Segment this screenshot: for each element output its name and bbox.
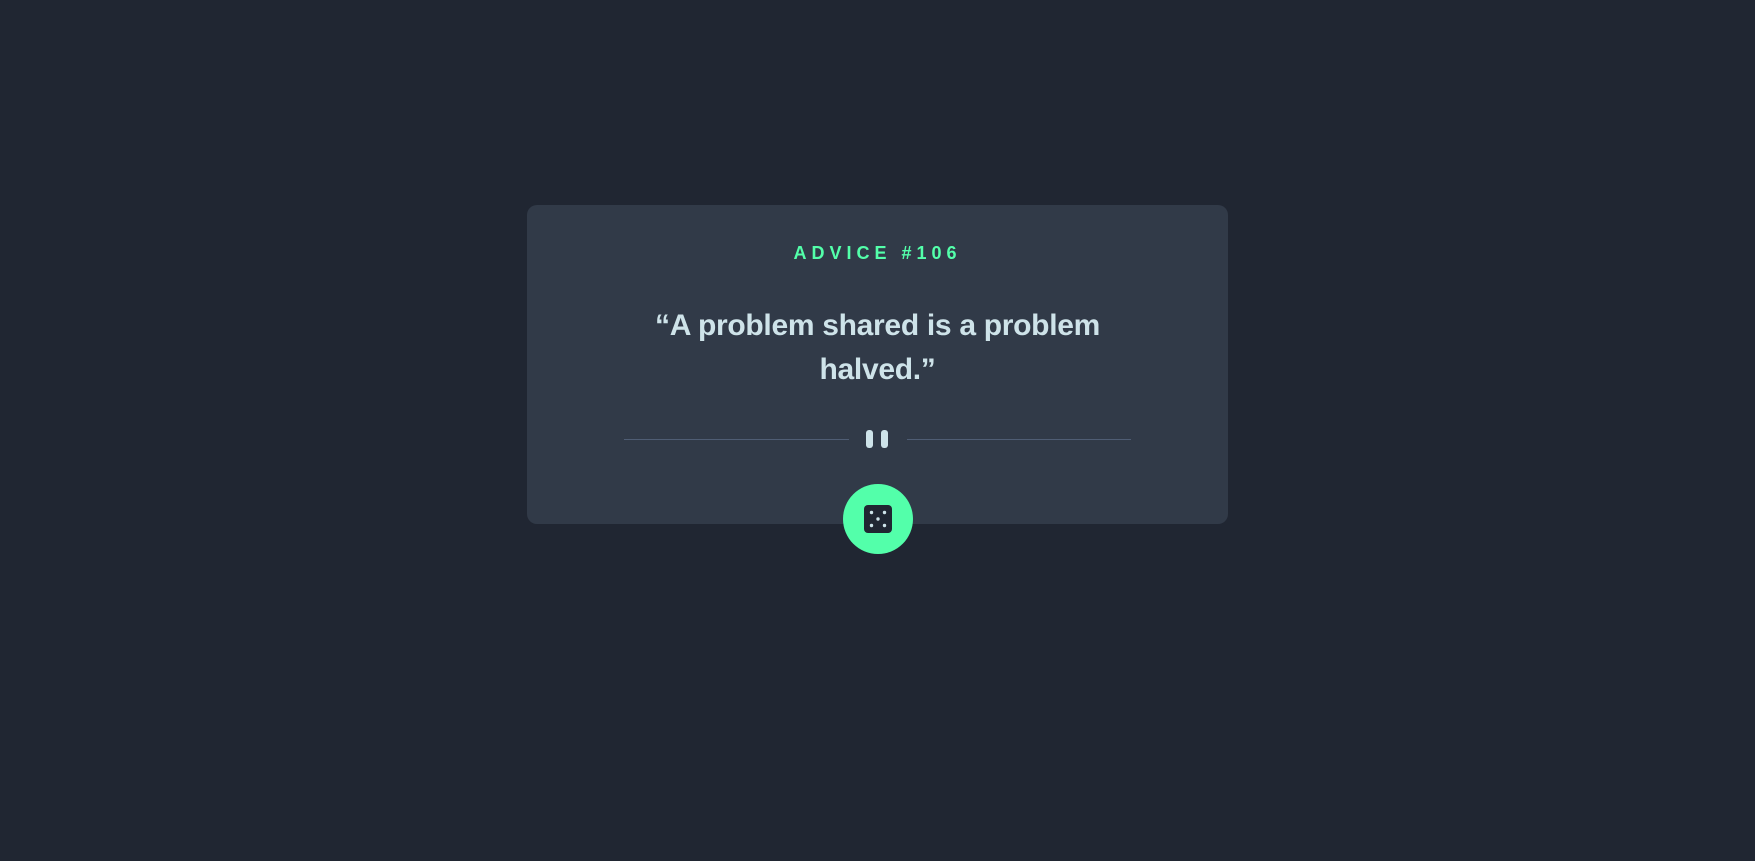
advice-card: ADVICE #106 “A problem shared is a probl… [527,205,1228,524]
dice-icon [864,505,892,533]
advice-quote: “A problem shared is a problem halved.” [655,309,1100,386]
pause-icon [865,430,891,448]
page: ADVICE #106 “A problem shared is a probl… [0,0,1755,861]
generate-advice-button[interactable] [843,484,913,554]
divider-line-left [624,439,849,440]
divider [624,429,1131,449]
divider-line-right [907,439,1131,440]
advice-number-label: ADVICE #106 [793,243,962,263]
